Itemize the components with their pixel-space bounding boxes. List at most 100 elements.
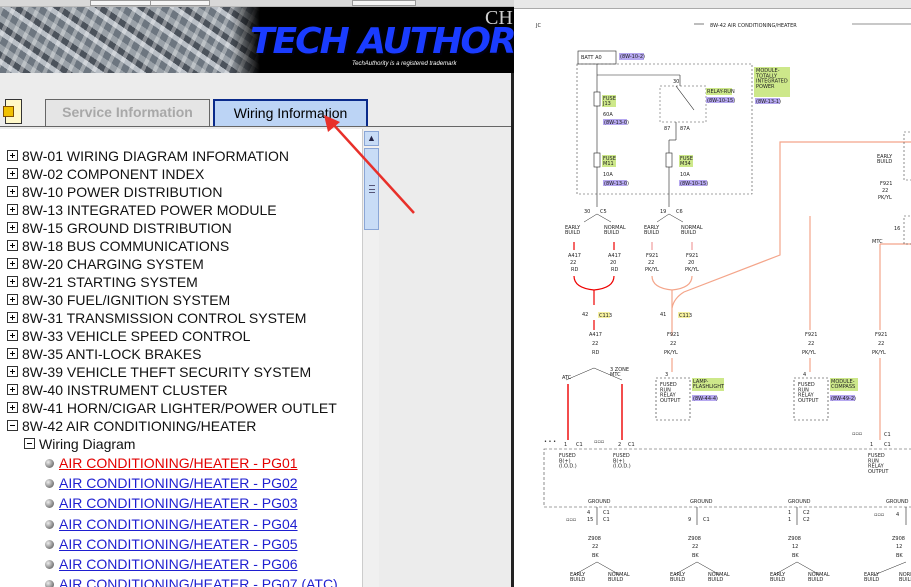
tree-item[interactable]: 8W-42 AIR CONDITIONING/HEATER [0,417,362,435]
svg-text:C1: C1 [628,442,635,448]
diagram-page-item[interactable]: AIR CONDITIONING/HEATER - PG06 [0,554,362,574]
tree-item-label[interactable]: 8W-31 TRANSMISSION CONTROL SYSTEM [22,309,306,327]
diagram-page-item[interactable]: AIR CONDITIONING/HEATER - PG02 [0,473,362,493]
tab-service-information[interactable]: Service Information [45,99,210,126]
expand-icon[interactable] [7,294,18,305]
svg-text:(8W-10-15): (8W-10-15) [680,181,708,187]
tree-item[interactable]: 8W-33 VEHICLE SPEED CONTROL [0,327,362,345]
tree-item-label[interactable]: 8W-01 WIRING DIAGRAM INFORMATION [22,147,289,165]
expand-icon[interactable] [7,384,18,395]
expand-icon[interactable] [7,168,18,179]
tree-item[interactable]: 8W-35 ANTI-LOCK BRAKES [0,345,362,363]
diagram-page-link[interactable]: AIR CONDITIONING/HEATER - PG01 [59,453,298,473]
tree-item-label[interactable]: 8W-33 VEHICLE SPEED CONTROL [22,327,250,345]
expand-icon[interactable] [7,258,18,269]
diagram-header-title: 8W-42 AIR CONDITIONING/HEATER [710,23,797,29]
bullet-icon [45,580,54,587]
document-icon[interactable] [3,99,22,124]
expand-icon[interactable] [7,402,18,413]
tree-item[interactable]: 8W-20 CHARGING SYSTEM [0,255,362,273]
tree-item[interactable]: 8W-21 STARTING SYSTEM [0,273,362,291]
tree-item-label[interactable]: 8W-02 COMPONENT INDEX [22,165,204,183]
tree-item-label[interactable]: 8W-35 ANTI-LOCK BRAKES [22,345,201,363]
tree-item-label[interactable]: 8W-30 FUEL/IGNITION SYSTEM [22,291,230,309]
tree-item[interactable]: 8W-01 WIRING DIAGRAM INFORMATION [0,147,362,165]
svg-text:22: 22 [648,260,654,266]
expand-icon[interactable] [7,330,18,341]
tree-item[interactable]: 8W-10 POWER DISTRIBUTION [0,183,362,201]
svg-text:C1: C1 [703,517,710,523]
expand-icon[interactable] [7,222,18,233]
tab-bar: Service Information Wiring Information [0,73,511,128]
tree-item-label[interactable]: 8W-40 INSTRUMENT CLUSTER [22,381,228,399]
diagram-page-link[interactable]: AIR CONDITIONING/HEATER - PG03 [59,493,298,513]
tree-item[interactable]: 8W-02 COMPONENT INDEX [0,165,362,183]
tree-item-label[interactable]: 8W-21 STARTING SYSTEM [22,273,198,291]
diagram-page-link[interactable]: AIR CONDITIONING/HEATER - PG04 [59,514,298,534]
svg-text:30: 30 [584,209,590,215]
diagram-page-item[interactable]: AIR CONDITIONING/HEATER - PG03 [0,493,362,513]
svg-text:PK/YL: PK/YL [685,267,699,273]
svg-text:NORMALBUILD: NORMALBUILD [808,572,830,583]
diagram-page-link[interactable]: AIR CONDITIONING/HEATER - PG02 [59,473,298,493]
tree-item-label[interactable]: 8W-41 HORN/CIGAR LIGHTER/POWER OUTLET [22,399,337,417]
tree-item[interactable]: 8W-40 INSTRUMENT CLUSTER [0,381,362,399]
svg-text:FUSEDRUNRELAYOUTPUT: FUSED RUN RELAY OUTPUT [660,382,681,404]
batt-label: BATT A0 [581,55,602,61]
tree-item[interactable]: 8W-30 FUEL/IGNITION SYSTEM [0,291,362,309]
tree-item-label[interactable]: 8W-18 BUS COMMUNICATIONS [22,237,229,255]
toolbar-button[interactable] [150,0,210,6]
diagram-page-link[interactable]: AIR CONDITIONING/HEATER - PG06 [59,554,298,574]
expand-icon[interactable] [7,186,18,197]
tree-item-label[interactable]: 8W-20 CHARGING SYSTEM [22,255,204,273]
wiring-diagram-pane: JC 8W-42 AIR CONDITIONING/HEATER BATT A0… [514,0,911,587]
svg-text:20: 20 [688,260,694,266]
collapse-icon[interactable] [24,438,35,449]
diagram-page-item[interactable]: AIR CONDITIONING/HEATER - PG05 [0,534,362,554]
svg-text:4: 4 [896,512,899,518]
svg-text:22: 22 [570,260,576,266]
svg-text:10A: 10A [603,172,613,178]
svg-text:(8W-44-4): (8W-44-4) [693,396,718,402]
tree-item[interactable]: 8W-39 VEHICLE THEFT SECURITY SYSTEM [0,363,362,381]
svg-text:GROUND: GROUND [690,499,713,505]
expand-icon[interactable] [7,240,18,251]
collapse-icon[interactable] [7,420,18,431]
tree-item[interactable]: 8W-15 GROUND DISTRIBUTION [0,219,362,237]
toolbar-button[interactable] [352,0,416,6]
tree-item-label[interactable]: 8W-39 VEHICLE THEFT SECURITY SYSTEM [22,363,311,381]
tree-item-label[interactable]: 8W-10 POWER DISTRIBUTION [22,183,222,201]
tree-sub-item[interactable]: Wiring Diagram [0,435,362,453]
expand-icon[interactable] [7,276,18,287]
tree-item[interactable]: 8W-31 TRANSMISSION CONTROL SYSTEM [0,309,362,327]
diagram-page-item[interactable]: AIR CONDITIONING/HEATER - PG07 (ATC) [0,574,362,587]
tree-item-label[interactable]: 8W-15 GROUND DISTRIBUTION [22,219,232,237]
expand-icon[interactable] [7,348,18,359]
bullet-icon [45,499,54,509]
diagram-page-link[interactable]: AIR CONDITIONING/HEATER - PG07 (ATC) [59,574,338,587]
tree-item-label[interactable]: 8W-42 AIR CONDITIONING/HEATER [22,417,256,435]
expand-icon[interactable] [7,312,18,323]
svg-text:12: 12 [896,544,902,550]
svg-text:1: 1 [870,442,873,448]
svg-text:EARLYBUILD: EARLY BUILD [565,225,581,236]
tree-item[interactable]: 8W-18 BUS COMMUNICATIONS [0,237,362,255]
top-toolbar-strip [0,0,514,7]
diagram-page-item[interactable]: AIR CONDITIONING/HEATER - PG04 [0,514,362,534]
diagram-page-link[interactable]: AIR CONDITIONING/HEATER - PG05 [59,534,298,554]
svg-text:22: 22 [882,188,888,194]
svg-text:Z908: Z908 [588,536,601,542]
tree-item[interactable]: 8W-13 INTEGRATED POWER MODULE [0,201,362,219]
tree-item-label[interactable]: 8W-13 INTEGRATED POWER MODULE [22,201,277,219]
expand-icon[interactable] [7,150,18,161]
diagram-page-item[interactable]: AIR CONDITIONING/HEATER - PG01 [0,453,362,473]
navigation-pane: Service Information Wiring Information 8… [0,73,514,587]
expand-icon[interactable] [7,204,18,215]
tree-item[interactable]: 8W-41 HORN/CIGAR LIGHTER/POWER OUTLET [0,399,362,417]
tipm-ref: (8W-13-1) [756,99,781,105]
svg-text:F921: F921 [646,253,658,259]
expand-icon[interactable] [7,366,18,377]
svg-text:GROUND: GROUND [588,499,611,505]
tree-sub-item-label[interactable]: Wiring Diagram [39,435,135,453]
svg-text:19: 19 [660,209,666,215]
